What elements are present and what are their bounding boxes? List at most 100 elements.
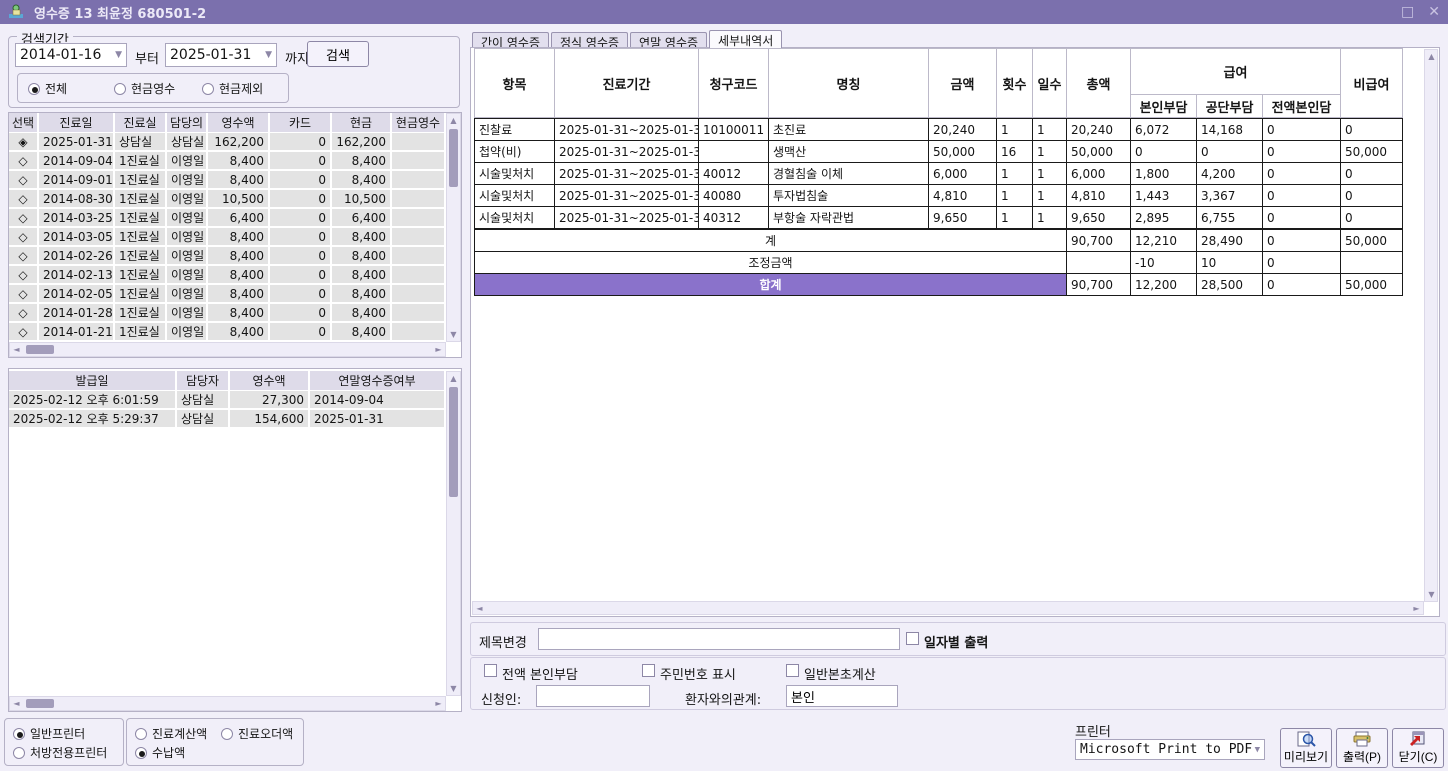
col-receipt-amount[interactable]: 영수액 bbox=[230, 371, 310, 391]
issue-row[interactable]: 2025-02-12 오후 6:01:59 상담실 27,300 2014-09… bbox=[9, 391, 461, 410]
tab-yearend-receipt[interactable]: 연말 영수증 bbox=[630, 32, 707, 48]
full-self-pay-checkbox[interactable] bbox=[484, 664, 497, 677]
col-yearend-status[interactable]: 연말영수증여부 bbox=[310, 371, 446, 391]
scroll-thumb[interactable] bbox=[26, 699, 54, 708]
scroll-up-icon[interactable]: ▲ bbox=[447, 114, 460, 127]
col-cash-receipt[interactable]: 현금영수 bbox=[392, 113, 446, 133]
chevron-down-icon[interactable]: ▼ bbox=[1255, 745, 1260, 755]
receipt-row[interactable]: ◇ 2014-03-25 1진료실 이영일 6,400 0 6,400 bbox=[9, 209, 461, 228]
detail-row[interactable]: 시술및처치 2025-01-31~2025-01-31 40012 경혈침술 이… bbox=[474, 163, 1403, 185]
row-select-marker[interactable]: ◇ bbox=[9, 171, 39, 190]
filter-all-radio[interactable]: 전체 bbox=[28, 80, 67, 97]
scroll-thumb[interactable] bbox=[26, 345, 54, 354]
adjustment-label: 조정금액 bbox=[475, 252, 1067, 274]
row-select-marker[interactable]: ◇ bbox=[9, 228, 39, 247]
scroll-down-icon[interactable]: ▼ bbox=[1425, 588, 1438, 601]
treatment-order-radio[interactable]: 진료오더액 bbox=[221, 725, 293, 742]
detail-horizontal-scrollbar[interactable]: ◄ ► bbox=[472, 601, 1424, 615]
scroll-right-icon[interactable]: ► bbox=[432, 697, 445, 710]
row-select-marker[interactable]: ◇ bbox=[9, 266, 39, 285]
receipt-row[interactable]: ◇ 2014-08-30 1진료실 이영일 10,500 0 10,500 bbox=[9, 190, 461, 209]
receipt-row[interactable]: ◇ 2014-03-05 1진료실 이영일 8,400 0 8,400 bbox=[9, 228, 461, 247]
resident-number-checkbox[interactable] bbox=[642, 664, 655, 677]
row-select-marker[interactable]: ◇ bbox=[9, 190, 39, 209]
scroll-up-icon[interactable]: ▲ bbox=[447, 372, 460, 385]
cell-cash-receipt bbox=[392, 209, 446, 228]
receipt-row[interactable]: ◇ 2014-01-28 1진료실 이영일 8,400 0 8,400 bbox=[9, 304, 461, 323]
receipt-row[interactable]: ◇ 2014-02-13 1진료실 이영일 8,400 0 8,400 bbox=[9, 266, 461, 285]
detail-row[interactable]: 시술및처치 2025-01-31~2025-01-31 40080 투자법침술 … bbox=[474, 185, 1403, 207]
close-window-button[interactable]: ✕ bbox=[1428, 4, 1440, 20]
col-doctor[interactable]: 담당의 bbox=[167, 113, 208, 133]
prescription-printer-radio[interactable]: 처방전용프린터 bbox=[13, 744, 107, 761]
receipt-row[interactable]: ◇ 2014-02-26 1진료실 이영일 8,400 0 8,400 bbox=[9, 247, 461, 266]
print-button[interactable]: 출력(P) bbox=[1336, 728, 1388, 768]
title-change-input[interactable] bbox=[538, 628, 900, 650]
col-card[interactable]: 카드 bbox=[270, 113, 332, 133]
row-select-marker[interactable]: ◇ bbox=[9, 285, 39, 304]
row-select-marker[interactable]: ◇ bbox=[9, 304, 39, 323]
scroll-thumb[interactable] bbox=[449, 387, 458, 497]
col-cash[interactable]: 현금 bbox=[332, 113, 392, 133]
preview-icon bbox=[1296, 731, 1316, 747]
detail-row[interactable]: 진찰료 2025-01-31~2025-01-31 10100011 초진료 2… bbox=[474, 119, 1403, 141]
issue-vertical-scrollbar[interactable]: ▲ ▼ bbox=[446, 371, 461, 696]
payment-amount-radio[interactable]: 수납액 bbox=[135, 744, 185, 761]
detail-row[interactable]: 첩약(비) 2025-01-31~2025-01-31 생맥산 50,000 1… bbox=[474, 141, 1403, 163]
receipt-row[interactable]: ◇ 2014-09-01 1진료실 이영일 8,400 0 8,400 bbox=[9, 171, 461, 190]
applicant-input[interactable] bbox=[536, 685, 650, 707]
col-visit-date[interactable]: 진료일 bbox=[39, 113, 115, 133]
treatment-calc-radio[interactable]: 진료계산액 bbox=[135, 725, 207, 742]
row-select-marker[interactable]: ◇ bbox=[9, 152, 39, 171]
scroll-right-icon[interactable]: ► bbox=[1410, 602, 1423, 615]
scroll-left-icon[interactable]: ◄ bbox=[473, 602, 486, 615]
col-staff[interactable]: 담당자 bbox=[177, 371, 230, 391]
col-days: 일수 bbox=[1033, 49, 1067, 118]
to-date-select[interactable]: 2025-01-31▼ bbox=[165, 43, 277, 67]
col-room[interactable]: 진료실 bbox=[115, 113, 167, 133]
preview-button[interactable]: 미리보기 bbox=[1280, 728, 1332, 768]
tab-formal-receipt[interactable]: 정식 영수증 bbox=[551, 32, 628, 48]
detail-row[interactable]: 시술및처치 2025-01-31~2025-01-31 40312 부항술 자락… bbox=[474, 207, 1403, 229]
receipt-row[interactable]: ◇ 2014-01-21 1진료실 이영일 8,400 0 8,400 bbox=[9, 323, 461, 342]
daily-print-checkbox[interactable] bbox=[906, 632, 919, 645]
search-button[interactable]: 검색 bbox=[307, 41, 369, 67]
general-printer-radio[interactable]: 일반프린터 bbox=[13, 725, 85, 742]
scroll-thumb[interactable] bbox=[449, 129, 458, 187]
issue-horizontal-scrollbar[interactable]: ◄ ► bbox=[9, 696, 446, 711]
row-select-marker[interactable]: ◇ bbox=[9, 209, 39, 228]
cell-cash-receipt bbox=[392, 247, 446, 266]
scroll-up-icon[interactable]: ▲ bbox=[1425, 50, 1438, 63]
chevron-down-icon[interactable]: ▼ bbox=[115, 50, 122, 60]
scroll-right-icon[interactable]: ► bbox=[432, 343, 445, 356]
close-button[interactable]: 닫기(C) bbox=[1392, 728, 1444, 768]
scroll-down-icon[interactable]: ▼ bbox=[447, 328, 460, 341]
row-select-marker[interactable]: ◈ bbox=[9, 133, 39, 152]
printer-select[interactable]: Microsoft Print to PDF▼ bbox=[1075, 739, 1265, 760]
detail-vertical-scrollbar[interactable]: ▲ ▼ bbox=[1424, 49, 1438, 602]
maximize-button[interactable]: □ bbox=[1401, 4, 1414, 20]
receipt-vertical-scrollbar[interactable]: ▲ ▼ bbox=[446, 113, 461, 342]
from-date-select[interactable]: 2014-01-16▼ bbox=[15, 43, 127, 67]
row-select-marker[interactable]: ◇ bbox=[9, 323, 39, 342]
tab-simple-receipt[interactable]: 간이 영수증 bbox=[472, 32, 549, 48]
filter-cash-receipt-radio[interactable]: 현금영수 bbox=[114, 80, 175, 97]
tab-detail-statement[interactable]: 세부내역서 bbox=[709, 30, 782, 48]
receipt-horizontal-scrollbar[interactable]: ◄ ► bbox=[9, 342, 446, 357]
receipt-row[interactable]: ◈ 2025-01-31 상담실 상담실 162,200 0 162,200 bbox=[9, 133, 461, 152]
general-herb-calc-checkbox[interactable] bbox=[786, 664, 799, 677]
scroll-down-icon[interactable]: ▼ bbox=[447, 682, 460, 695]
filter-exclude-cash-radio[interactable]: 현금제외 bbox=[202, 80, 263, 97]
chevron-down-icon[interactable]: ▼ bbox=[265, 50, 272, 60]
issue-row[interactable]: 2025-02-12 오후 5:29:37 상담실 154,600 2025-0… bbox=[9, 410, 461, 429]
scroll-left-icon[interactable]: ◄ bbox=[10, 343, 23, 356]
row-select-marker[interactable]: ◇ bbox=[9, 247, 39, 266]
col-issue-date[interactable]: 발급일 bbox=[9, 371, 177, 391]
receipt-row[interactable]: ◇ 2014-09-04 1진료실 이영일 8,400 0 8,400 bbox=[9, 152, 461, 171]
patient-relation-input[interactable] bbox=[786, 685, 898, 707]
col-select[interactable]: 선택 bbox=[9, 113, 39, 133]
receipt-row[interactable]: ◇ 2014-02-05 1진료실 이영일 8,400 0 8,400 bbox=[9, 285, 461, 304]
col-amount[interactable]: 영수액 bbox=[208, 113, 270, 133]
treatment-calc-label: 진료계산액 bbox=[152, 725, 207, 742]
scroll-left-icon[interactable]: ◄ bbox=[10, 697, 23, 710]
